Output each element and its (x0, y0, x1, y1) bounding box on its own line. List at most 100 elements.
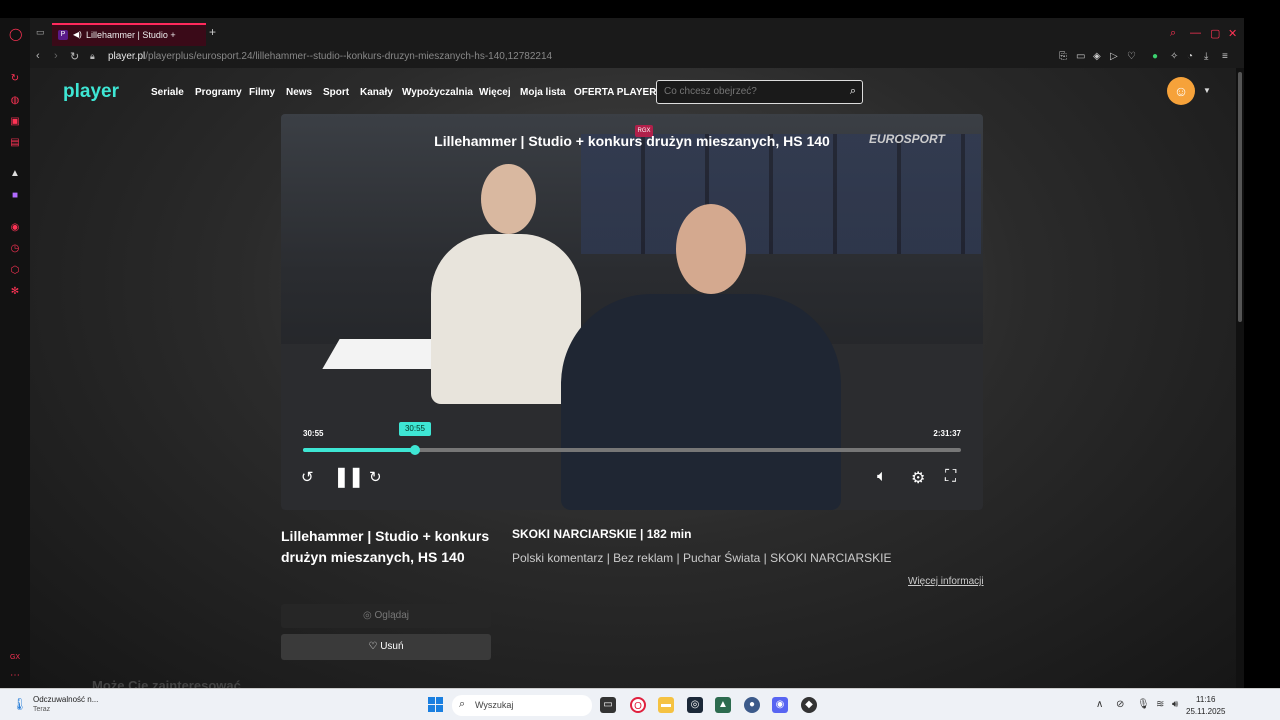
clock-time: 11:16 (1196, 695, 1216, 704)
snapshot-icon[interactable]: ▭ (1076, 51, 1085, 62)
search-icon[interactable]: ⌕ (850, 85, 856, 98)
aria-icon[interactable]: ↻ (9, 73, 21, 85)
heart-icon[interactable]: ♡ (1127, 51, 1136, 62)
video-frame-person (676, 204, 746, 294)
search-tabs-icon[interactable]: ⌕ (1170, 27, 1176, 40)
settings-icon[interactable]: ✻ (9, 286, 21, 298)
lock-icon[interactable]: 🔒︎ (90, 51, 95, 62)
fullscreen-icon[interactable]: ⛶ (945, 468, 956, 486)
tray-app-icon[interactable]: ⊘ (1116, 699, 1124, 710)
play-icon[interactable]: ▷ (1110, 51, 1118, 62)
progress-handle[interactable] (410, 445, 420, 455)
player-logo[interactable]: player (63, 81, 119, 103)
clock-date: 25.11.2025 (1186, 707, 1226, 716)
music-icon[interactable]: ▤ (9, 137, 21, 149)
weather-subtext: Teraz (33, 706, 51, 713)
browser-icon[interactable]: ● (744, 697, 760, 713)
taskbar-clock[interactable]: 11:16 25.11.2025 (1186, 694, 1225, 718)
remove-button[interactable]: ♡ Usuń (281, 634, 491, 660)
nav-wypozyczalnia[interactable]: Wypożyczalnia (402, 87, 473, 98)
nav-moja-lista[interactable]: Moja lista (520, 87, 566, 98)
speaker-icon[interactable]: ◀) (73, 30, 82, 39)
chat-icon[interactable]: ▣ (9, 116, 21, 128)
profile-icon[interactable]: ◔ (1187, 51, 1193, 62)
rewind-10-icon[interactable]: ↺ (301, 468, 314, 486)
nav-sport[interactable]: Sport (323, 87, 349, 98)
app-icon[interactable]: ▲ (715, 697, 731, 713)
search-input[interactable] (664, 86, 834, 97)
nav-news[interactable]: News (286, 87, 312, 98)
nav-oferta-player[interactable]: OFERTA PLAYER (574, 87, 656, 98)
extensions-icon[interactable]: ✧ (1170, 51, 1178, 62)
video-frame-person (431, 234, 581, 404)
forward-button[interactable]: › (54, 50, 58, 62)
tab-menu-icon[interactable]: ▭ (36, 27, 45, 38)
windows-start-icon[interactable] (428, 697, 443, 712)
nav-seriale[interactable]: Seriale (151, 87, 184, 98)
close-button[interactable]: ✕ (1228, 27, 1237, 40)
taskbar-search[interactable]: ⌕ Wyszukaj (452, 695, 592, 716)
wifi-icon[interactable]: ≋ (1156, 699, 1164, 710)
chevron-down-icon[interactable]: ▼ (1203, 86, 1211, 95)
nav-programy[interactable]: Programy (195, 87, 242, 98)
taskbar-search-text: Wyszukaj (475, 700, 514, 710)
forward-10-icon[interactable]: ↻ (369, 468, 382, 486)
maximize-button[interactable]: ▢ (1210, 27, 1220, 40)
app-icon[interactable]: ◆ (801, 697, 817, 713)
avatar[interactable]: ☺ (1167, 77, 1195, 105)
program-category: SKOKI NARCIARSKIE (512, 527, 637, 541)
url-path: /playerplus/eurosport.24/lillehammer--st… (145, 51, 553, 62)
discord-icon[interactable]: ◉ (772, 697, 788, 713)
tab-bar: ▭ P ◀) Lillehammer | Studio + + ⌕ — ▢ ✕ (30, 18, 1244, 46)
opera-logo-icon[interactable]: ◯ (9, 28, 22, 40)
browser-window: ◯ ↻ ◍ ▣ ▤ ▲ ■ ◉ ◷ ⬡ ✻ GX ⋯ ▭ P ◀) Lilleh… (0, 0, 1280, 720)
player-icon[interactable]: ◉ (9, 222, 21, 234)
more-icon[interactable]: ⋯ (9, 670, 21, 682)
history-icon[interactable]: ◷ (9, 243, 21, 255)
more-info-link[interactable]: Więcej informacji (908, 576, 984, 587)
opera-gx-taskbar-icon[interactable]: O (630, 697, 646, 713)
twitch-icon[interactable]: ■ (9, 190, 21, 202)
arc-icon[interactable]: ▲ (9, 168, 21, 180)
vpn-icon[interactable]: ● (1152, 51, 1158, 62)
pause-icon[interactable]: ❚❚ (333, 464, 364, 489)
nav-kanaly[interactable]: Kanały (360, 87, 393, 98)
volume-icon[interactable]: 🔊︎ (1172, 699, 1178, 710)
steam-icon[interactable]: ◎ (687, 697, 703, 713)
weather-text[interactable]: Odczuwalność n... (33, 695, 98, 704)
url-field[interactable]: player.pl/playerplus/eurosport.24/lilleh… (108, 51, 552, 62)
nav-wiecej[interactable]: Więcej (479, 87, 511, 98)
gx-icon[interactable]: GX (9, 652, 21, 664)
progress-bar[interactable] (303, 445, 961, 455)
shield-icon[interactable]: ◈ (1093, 51, 1101, 62)
program-duration: 182 min (646, 527, 692, 541)
easy-setup-icon[interactable]: ≡ (1222, 51, 1228, 62)
back-button[interactable]: ‹ (36, 50, 40, 62)
reload-button[interactable]: ↻ (70, 50, 79, 63)
bookmark-icon[interactable]: ⎘ (1059, 51, 1067, 62)
minimize-button[interactable]: — (1190, 27, 1201, 39)
file-explorer-icon[interactable]: ▬ (658, 697, 674, 713)
page-scrollbar[interactable] (1236, 68, 1244, 688)
scrollbar-thumb[interactable] (1238, 72, 1242, 322)
search-icon: ⌕ (459, 698, 466, 710)
volume-icon[interactable]: 🔈︎ (877, 468, 887, 486)
taskview-icon[interactable]: ▭ (600, 697, 616, 713)
new-tab-button[interactable]: + (209, 25, 216, 39)
cube-icon[interactable]: ⬡ (9, 265, 21, 277)
download-icon[interactable]: ⤓ (1204, 51, 1208, 62)
nav-filmy[interactable]: Filmy (249, 87, 275, 98)
program-meta: SKOKI NARCIARSKIE | 182 min (512, 527, 692, 541)
microphone-icon[interactable]: 🎙︎ (1137, 699, 1150, 710)
active-tab[interactable]: P ◀) Lillehammer | Studio + (52, 23, 206, 46)
video-player[interactable]: RGX Lillehammer | Studio + konkurs druży… (281, 114, 983, 510)
weather-icon[interactable]: 🌡︎ (12, 697, 27, 711)
video-frame-monitors (581, 134, 981, 254)
total-time: 2:31:37 (933, 429, 961, 438)
url-domain: player.pl (108, 51, 146, 62)
messenger-icon[interactable]: ◍ (9, 95, 21, 107)
watch-button[interactable]: ◎ Oglądaj (281, 604, 491, 628)
settings-icon[interactable]: ⚙ (911, 468, 925, 488)
progress-fill (303, 448, 415, 452)
tray-chevron-icon[interactable]: ∧ (1096, 699, 1103, 710)
